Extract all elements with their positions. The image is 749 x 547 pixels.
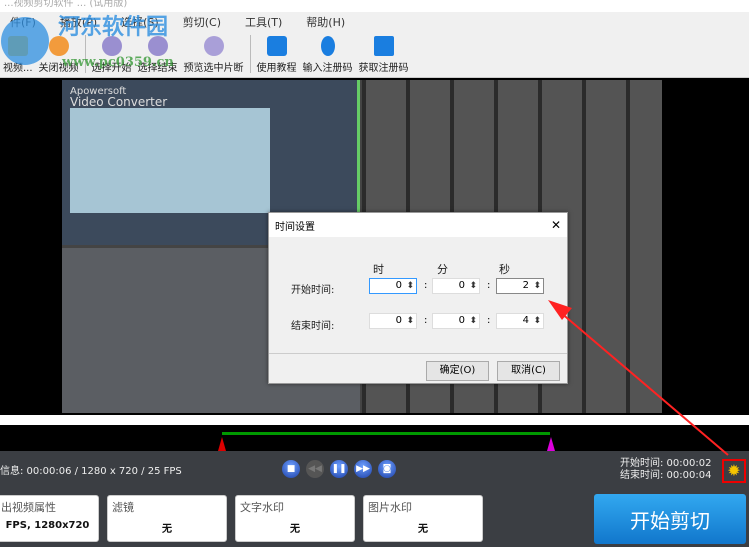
stop-button[interactable]: ■	[282, 460, 300, 478]
dialog-title: 时间设置	[275, 221, 315, 233]
menu-tools[interactable]: 工具(T)	[245, 14, 282, 30]
label: 选择结束	[137, 63, 178, 74]
timeline[interactable]	[0, 425, 749, 451]
bracket-left-icon	[101, 36, 122, 56]
overlay-text: Apowersoft Video Converter	[70, 86, 167, 108]
dialog-header: 时间设置 ✕	[269, 213, 567, 237]
snapshot-button[interactable]: ◙	[378, 460, 396, 478]
close-icon[interactable]: ✕	[551, 218, 561, 232]
card-value: 无	[290, 524, 300, 535]
text-watermark-card[interactable]: 文字水印无	[235, 495, 355, 542]
colon: :	[424, 280, 428, 291]
menu-bar: 件(F) 播放(P) 选择(S) 剪切(C) 工具(T) 帮助(H)	[0, 12, 749, 31]
fast-forward-button[interactable]: ▶▶	[354, 460, 372, 478]
menu-play[interactable]: 播放(P)	[60, 14, 97, 30]
selection-range	[222, 432, 550, 435]
end-time-label: 结束时间:	[291, 321, 335, 332]
title-bar: ...视频剪切软件 ... (试用版)	[0, 0, 749, 12]
overlay-product: Video Converter	[70, 95, 168, 109]
label: 获取注册码	[358, 63, 409, 74]
divider	[249, 35, 251, 73]
label: 输入注册码	[302, 63, 353, 74]
rewind-button[interactable]: ◀◀	[306, 460, 324, 478]
card-value: FPS, 1280x720	[5, 520, 90, 531]
start-marker[interactable]	[218, 437, 226, 451]
bracket-right-icon	[147, 36, 168, 56]
menu-select[interactable]: 选择(S)	[121, 14, 159, 30]
colon: :	[487, 280, 491, 291]
label: 关闭视频	[38, 63, 79, 74]
select-start-button[interactable]: 选择开始	[89, 36, 135, 77]
preview-selection-button[interactable]: 预览选中片断	[181, 36, 247, 77]
menu-file[interactable]: 件(F)	[10, 14, 36, 30]
enter-code-button[interactable]: 输入注册码	[300, 36, 356, 77]
filter-card[interactable]: 滤镜无	[107, 495, 227, 542]
image-watermark-card[interactable]: 图片水印无	[363, 495, 483, 542]
minute-header: 分	[437, 263, 448, 276]
end-time-readout: 结束时间: 00:00:04	[620, 470, 712, 481]
colon: :	[424, 315, 428, 326]
start-cut-button[interactable]: 开始剪切	[594, 494, 746, 544]
start-second-input[interactable]: 2	[496, 278, 544, 294]
label: 选择开始	[91, 63, 132, 74]
start-hour-input[interactable]: 0	[369, 278, 417, 294]
get-code-button[interactable]: 获取注册码	[356, 36, 412, 77]
pause-button[interactable]: ❚❚	[330, 460, 348, 478]
output-properties-card[interactable]: 出视频属性 FPS, 1280x720	[0, 495, 99, 542]
card-value: 无	[162, 524, 172, 535]
start-minute-input[interactable]: 0	[432, 278, 480, 294]
start-time-label: 开始时间:	[291, 285, 335, 296]
label: 使用教程	[256, 63, 297, 74]
tutorial-button[interactable]: 使用教程	[254, 36, 300, 77]
end-hour-input[interactable]: 0	[369, 313, 417, 329]
open-video-button[interactable]: 视频...	[0, 36, 36, 77]
close-video-button[interactable]: 关闭视频	[36, 36, 82, 77]
end-minute-input[interactable]: 0	[432, 313, 480, 329]
frame-screen	[70, 108, 270, 213]
folder-icon	[7, 36, 28, 56]
playback-controls: ■ ◀◀ ❚❚ ▶▶ ◙	[282, 460, 396, 478]
card-title: 出视频属性	[1, 501, 56, 514]
cancel-button[interactable]: 取消(C)	[497, 361, 560, 381]
end-second-input[interactable]: 4	[496, 313, 544, 329]
play-icon	[203, 36, 224, 56]
toolbar: 视频... 关闭视频 选择开始 选择结束 预览选中片断 使用教程 输入注册码 获…	[0, 31, 749, 78]
ok-button[interactable]: 确定(O)	[426, 361, 489, 381]
key-icon	[320, 36, 335, 56]
hour-header: 时	[373, 263, 384, 276]
menu-cut[interactable]: 剪切(C)	[183, 14, 221, 30]
close-video-icon	[48, 36, 69, 56]
gear-icon[interactable]: ✹	[722, 459, 746, 483]
label: 视频...	[3, 63, 33, 74]
end-marker[interactable]	[547, 437, 555, 451]
book-icon	[266, 36, 287, 56]
start-time-readout: 开始时间: 00:00:02	[620, 458, 712, 469]
label: 预览选中片断	[183, 63, 244, 74]
divider	[269, 353, 567, 354]
separator	[0, 415, 749, 425]
time-settings-dialog: 时间设置✕ 时 分 秒 开始时间: 结束时间: 0 : 0 : 2 0 : 0 …	[268, 212, 568, 384]
menu-help[interactable]: 帮助(H)	[306, 14, 345, 30]
card-value: 无	[418, 524, 428, 535]
video-info: 信息: 00:00:06 / 1280 x 720 / 25 FPS	[0, 466, 182, 477]
colon: :	[487, 315, 491, 326]
second-header: 秒	[499, 263, 510, 276]
select-end-button[interactable]: 选择结束	[135, 36, 181, 77]
gift-icon	[373, 36, 394, 56]
selection-times: 开始时间: 00:00:02 结束时间: 00:00:04	[620, 458, 711, 482]
card-title: 滤镜	[112, 501, 134, 514]
card-title: 文字水印	[240, 501, 284, 514]
divider	[84, 35, 86, 73]
card-title: 图片水印	[368, 501, 412, 514]
